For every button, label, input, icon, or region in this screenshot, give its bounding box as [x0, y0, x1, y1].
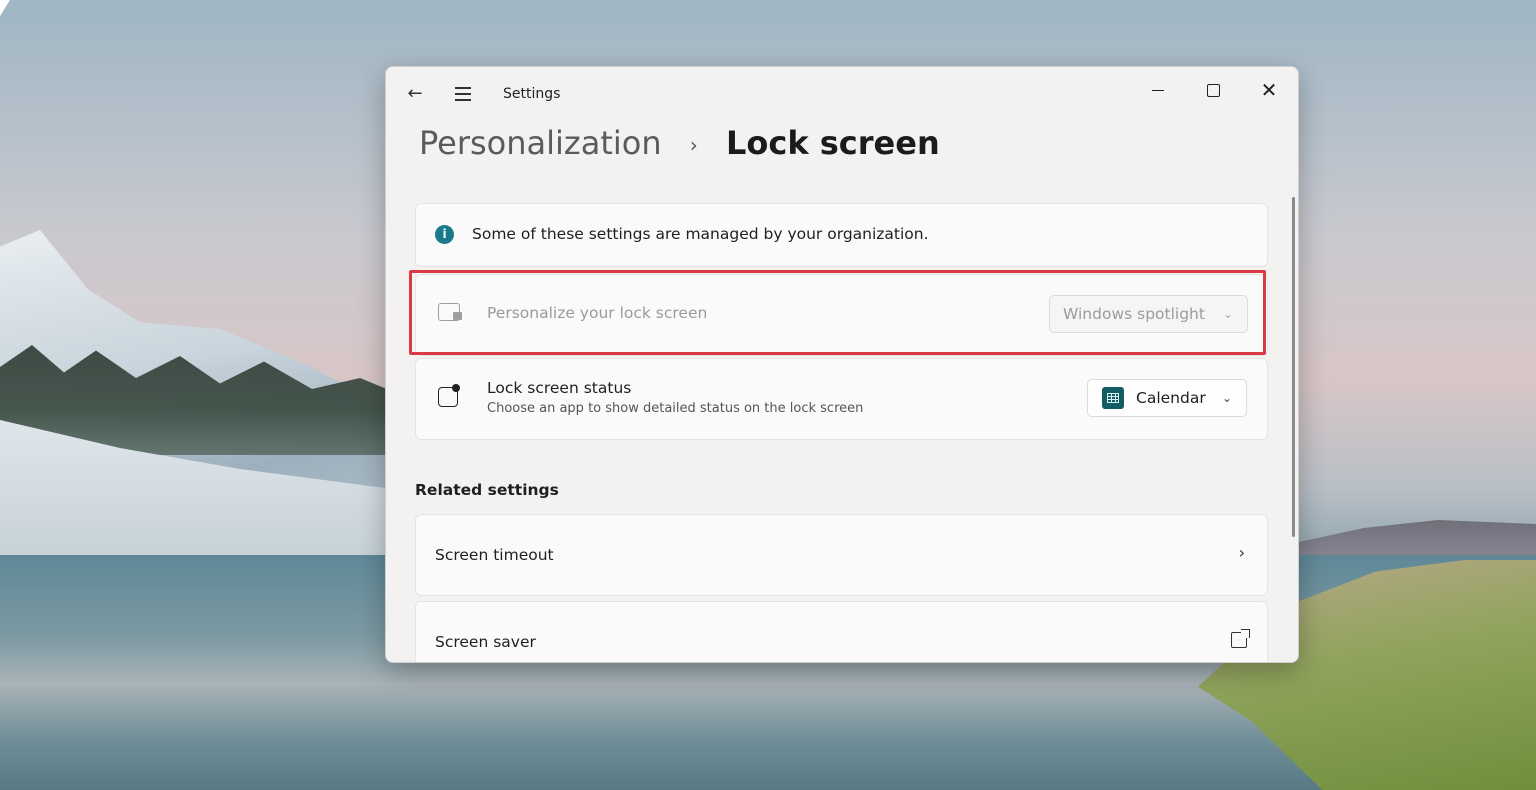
back-arrow-icon[interactable]: ←	[404, 83, 426, 105]
app-title: Settings	[503, 86, 561, 102]
page-title: Lock screen	[725, 124, 940, 162]
close-button[interactable]: ✕	[1246, 75, 1292, 105]
scrollbar[interactable]	[1292, 197, 1295, 537]
related-settings-heading: Related settings	[415, 481, 559, 499]
info-icon: i	[435, 225, 454, 244]
screen-saver-label: Screen saver	[435, 633, 536, 651]
minimize-icon	[1152, 90, 1164, 91]
screen-timeout-link[interactable]: Screen timeout ›	[415, 514, 1268, 596]
wallpaper-hill	[1290, 520, 1536, 560]
personalize-dropdown: Windows spotlight ⌄	[1049, 295, 1248, 333]
lock-status-dropdown-value: Calendar	[1136, 389, 1206, 407]
breadcrumb-parent[interactable]: Personalization	[419, 124, 662, 162]
lock-status-subtitle: Choose an app to show detailed status on…	[487, 401, 864, 416]
chevron-down-icon: ⌄	[1221, 391, 1232, 405]
minimize-button[interactable]	[1135, 75, 1181, 105]
lock-screen-status-icon	[438, 384, 464, 410]
settings-window: ← Settings ✕ Personalization › Lock scre…	[385, 66, 1299, 663]
chevron-right-icon: ›	[1238, 543, 1245, 562]
personalize-lock-screen-row: Personalize your lock screen Windows spo…	[415, 274, 1268, 356]
maximize-button[interactable]	[1190, 75, 1236, 105]
title-bar: ← Settings ✕	[386, 67, 1298, 123]
maximize-icon	[1206, 84, 1220, 97]
breadcrumb-separator-icon: ›	[689, 133, 698, 157]
personalize-dropdown-value: Windows spotlight	[1063, 305, 1205, 323]
lock-screen-icon	[438, 301, 464, 327]
calendar-icon	[1102, 387, 1124, 409]
external-link-icon	[1231, 629, 1250, 648]
screen-saver-link[interactable]: Screen saver	[415, 601, 1268, 662]
screen-timeout-label: Screen timeout	[435, 546, 554, 564]
info-banner: i Some of these settings are managed by …	[415, 203, 1268, 267]
close-icon: ✕	[1260, 78, 1278, 102]
breadcrumb: Personalization › Lock screen	[419, 123, 940, 163]
lock-status-dropdown[interactable]: Calendar ⌄	[1087, 379, 1247, 417]
chevron-down-icon: ⌄	[1222, 307, 1233, 321]
hamburger-menu-icon[interactable]	[452, 83, 474, 105]
lock-screen-status-row: Lock screen status Choose an app to show…	[415, 358, 1268, 440]
info-banner-text: Some of these settings are managed by yo…	[472, 225, 929, 243]
mouse-cursor-icon	[0, 0, 10, 16]
lock-status-title: Lock screen status	[487, 379, 632, 397]
personalize-title: Personalize your lock screen	[487, 304, 708, 322]
